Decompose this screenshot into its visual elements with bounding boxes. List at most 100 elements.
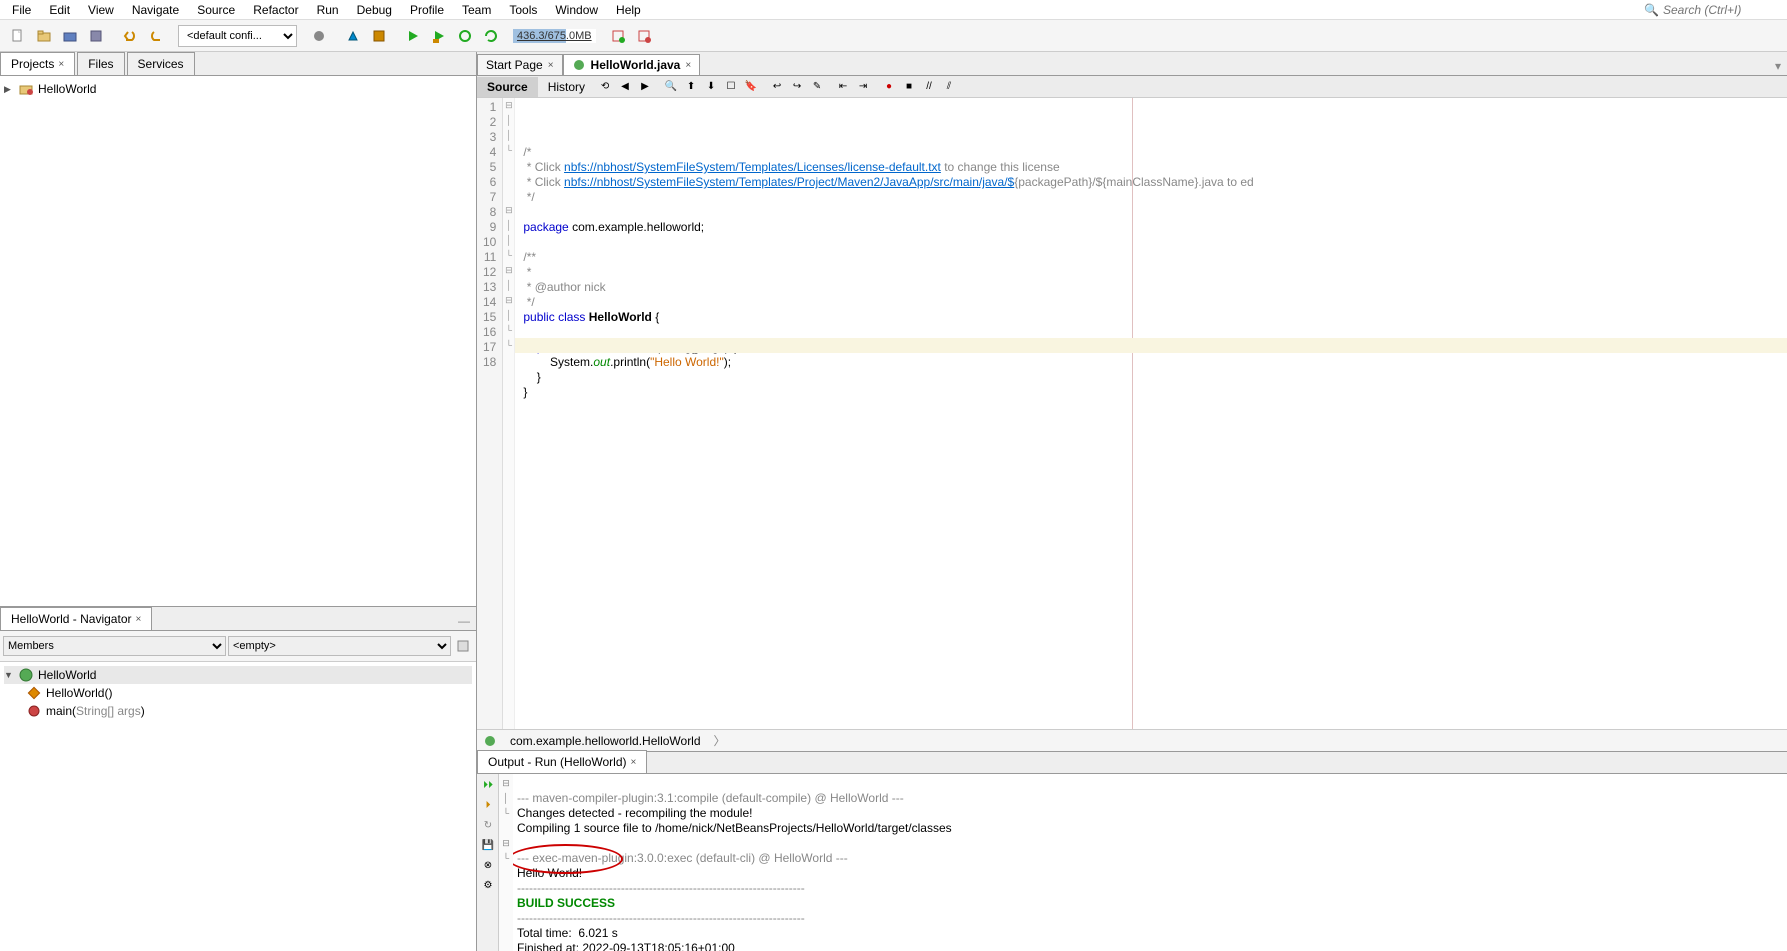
diff-button[interactable]: ✎ — [808, 78, 826, 96]
menu-file[interactable]: File — [4, 1, 39, 19]
build-button[interactable] — [307, 24, 331, 48]
code-content[interactable]: /* * Click nbfs://nbhost/SystemFileSyste… — [515, 98, 1787, 729]
new-project-button[interactable] — [32, 24, 56, 48]
navigator-tab[interactable]: HelloWorld - Navigator× — [0, 607, 152, 630]
debug-button[interactable] — [427, 24, 451, 48]
menu-profile[interactable]: Profile — [402, 1, 452, 19]
project-icon — [18, 81, 34, 97]
code-editor[interactable]: 123456789101112131415161718 ⊟││└ ⊟││└⊟│⊟… — [477, 98, 1787, 729]
output-text[interactable]: --- maven-compiler-plugin:3.1:compile (d… — [513, 774, 1787, 951]
menu-team[interactable]: Team — [454, 1, 499, 19]
project-tree[interactable]: ▶ HelloWorld — [0, 76, 476, 606]
pause-icon[interactable] — [606, 24, 630, 48]
tab-overflow-icon[interactable]: ▾ — [1769, 57, 1787, 75]
settings-output-button[interactable]: ⚙ — [479, 876, 497, 894]
next-bookmark-button[interactable]: ↪ — [788, 78, 806, 96]
right-margin-line — [1132, 98, 1133, 729]
profile-button[interactable] — [453, 24, 477, 48]
menu-run[interactable]: Run — [309, 1, 347, 19]
toggle-bookmark-button[interactable]: 🔖 — [742, 78, 760, 96]
menu-window[interactable]: Window — [547, 1, 606, 19]
shift-right-button[interactable]: ⇥ — [854, 78, 872, 96]
project-root-node[interactable]: ▶ HelloWorld — [4, 80, 472, 98]
memory-indicator[interactable]: 436.3/675.0MB — [513, 29, 596, 43]
line-gutter[interactable]: 123456789101112131415161718 — [477, 98, 503, 729]
chevron-right-icon[interactable]: ▶ — [4, 84, 14, 95]
tab-start-page[interactable]: Start Page× — [477, 54, 563, 75]
find-prev-button[interactable]: ⬆ — [682, 78, 700, 96]
new-file-button[interactable] — [6, 24, 30, 48]
navigator-filter-combo[interactable]: <empty> — [228, 636, 451, 656]
fold-column[interactable]: ⊟││└ ⊟││└⊟│⊟│└└ — [503, 98, 515, 729]
nav-constructor-label: HelloWorld() — [46, 686, 112, 700]
macro-record-button[interactable]: ● — [880, 78, 898, 96]
uncomment-button[interactable]: ⫽ — [940, 78, 958, 96]
menu-source[interactable]: Source — [189, 1, 243, 19]
prev-bookmark-button[interactable]: ↩ — [768, 78, 786, 96]
tab-services[interactable]: Services — [127, 52, 195, 75]
save-all-button[interactable] — [84, 24, 108, 48]
run-button[interactable] — [401, 24, 425, 48]
build-project-button[interactable] — [367, 24, 391, 48]
navigator-tree[interactable]: ▼ HelloWorld HelloWorld() main(String[] … — [0, 662, 476, 951]
nav-constructor-node[interactable]: HelloWorld() — [4, 684, 472, 702]
class-icon — [483, 734, 497, 748]
global-search[interactable]: 🔍 — [1644, 3, 1783, 17]
menu-edit[interactable]: Edit — [41, 1, 78, 19]
save-output-button[interactable]: 💾 — [479, 836, 497, 854]
stop-output-button[interactable]: ↻ — [479, 816, 497, 834]
comment-button[interactable]: // — [920, 78, 938, 96]
reload-button[interactable] — [479, 24, 503, 48]
menu-view[interactable]: View — [80, 1, 122, 19]
menu-help[interactable]: Help — [608, 1, 649, 19]
output-panel: Output - Run (HelloWorld)× ⏵⏵ ⏵ ↻ 💾 ⊗ ⚙ … — [477, 751, 1787, 951]
project-root-label: HelloWorld — [38, 82, 96, 96]
close-icon[interactable]: × — [136, 614, 142, 625]
editor-toolbar: Source History ⟲ ◀ ▶ 🔍 ⬆ ⬇ ☐ 🔖 ↩ ↪ ✎ ⇤ ⇥… — [477, 76, 1787, 98]
close-icon[interactable]: × — [685, 60, 691, 71]
close-icon[interactable]: × — [548, 60, 554, 71]
nav-method-node[interactable]: main(String[] args) — [4, 702, 472, 720]
minimize-icon[interactable]: — — [452, 612, 476, 630]
clear-output-button[interactable]: ⊗ — [479, 856, 497, 874]
rerun-button[interactable]: ⏵⏵ — [479, 776, 497, 794]
menu-tools[interactable]: Tools — [501, 1, 545, 19]
output-fold-column[interactable]: ⊟│└ ⊟└ — [499, 774, 513, 951]
open-project-button[interactable] — [58, 24, 82, 48]
forward-button[interactable]: ▶ — [636, 78, 654, 96]
undo-button[interactable] — [118, 24, 142, 48]
search-input[interactable] — [1663, 3, 1783, 17]
navigator-scope-combo[interactable]: Members — [3, 636, 226, 656]
stop-icon[interactable] — [632, 24, 656, 48]
macro-stop-button[interactable]: ■ — [900, 78, 918, 96]
editor-history-tab[interactable]: History — [538, 77, 595, 97]
close-icon[interactable]: × — [58, 59, 64, 70]
back-button[interactable]: ◀ — [616, 78, 634, 96]
breadcrumb-class[interactable]: com.example.helloworld.HelloWorld — [503, 732, 708, 750]
navigator-settings-button[interactable] — [453, 634, 473, 658]
menu-refactor[interactable]: Refactor — [245, 1, 306, 19]
find-next-button[interactable]: ⬇ — [702, 78, 720, 96]
config-combo[interactable]: <default confi... — [178, 25, 297, 47]
output-tab[interactable]: Output - Run (HelloWorld)× — [477, 750, 647, 773]
tab-projects[interactable]: Projects× — [0, 52, 75, 75]
method-icon — [26, 703, 42, 719]
main-toolbar: <default confi... 436.3/675.0MB — [0, 20, 1787, 52]
close-icon[interactable]: × — [631, 757, 637, 768]
menu-navigate[interactable]: Navigate — [124, 1, 187, 19]
rerun-failed-button[interactable]: ⏵ — [479, 796, 497, 814]
menu-bar: File Edit View Navigate Source Refactor … — [0, 0, 1787, 20]
editor-source-tab[interactable]: Source — [477, 77, 538, 97]
find-sel-button[interactable]: 🔍 — [662, 78, 680, 96]
last-edit-button[interactable]: ⟲ — [596, 78, 614, 96]
tab-files[interactable]: Files — [77, 52, 124, 75]
left-panel-tabs: Projects× Files Services — [0, 52, 476, 76]
redo-button[interactable] — [144, 24, 168, 48]
clean-build-button[interactable] — [341, 24, 365, 48]
toggle-highlight-button[interactable]: ☐ — [722, 78, 740, 96]
shift-left-button[interactable]: ⇤ — [834, 78, 852, 96]
menu-debug[interactable]: Debug — [349, 1, 400, 19]
nav-class-node[interactable]: ▼ HelloWorld — [4, 666, 472, 684]
tab-helloworld-java[interactable]: HelloWorld.java× — [563, 54, 701, 75]
chevron-down-icon[interactable]: ▼ — [4, 670, 14, 680]
